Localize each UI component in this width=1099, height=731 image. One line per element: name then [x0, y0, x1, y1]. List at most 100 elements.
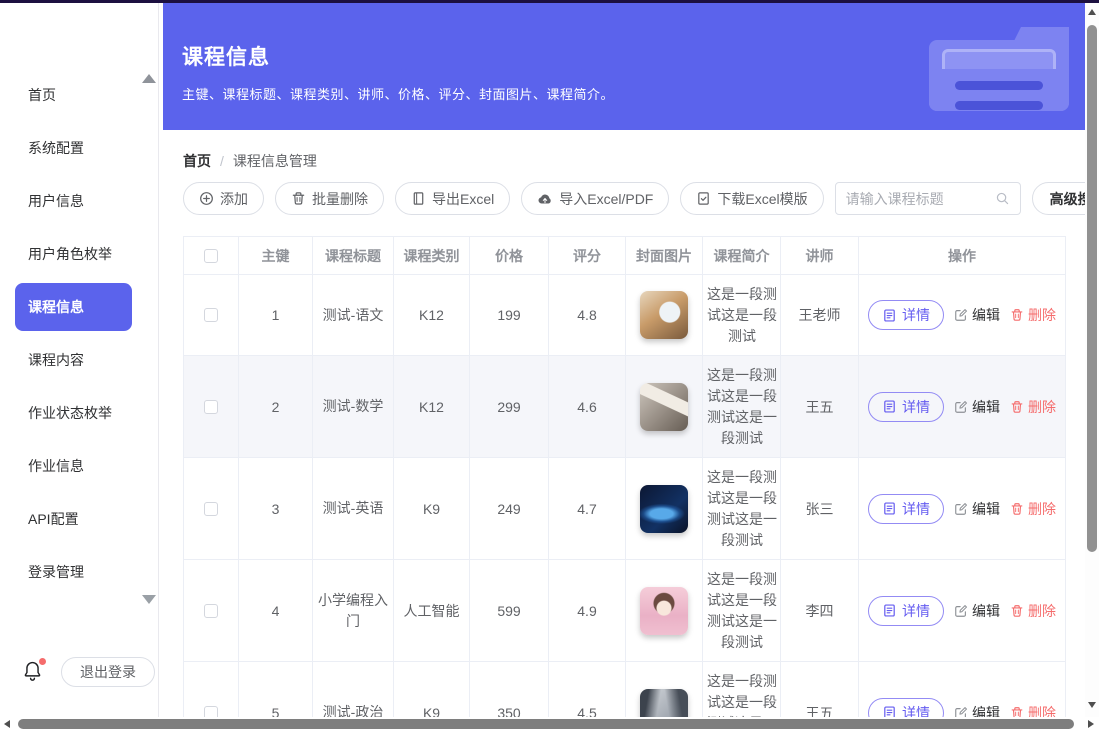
- cell-rating: 4.6: [549, 356, 626, 458]
- cell-cover: [626, 275, 703, 356]
- sidebar-item-label: 课程内容: [28, 350, 84, 370]
- logout-button[interactable]: 退出登录: [61, 657, 155, 687]
- sidebar-item-label: 系统配置: [28, 138, 84, 158]
- page-body: 首页 / 课程信息管理 添加 批量删除: [163, 151, 1085, 731]
- detail-button[interactable]: 详情: [868, 300, 944, 330]
- trash-icon: [1010, 400, 1024, 414]
- search-icon: [995, 191, 1010, 206]
- detail-button[interactable]: 详情: [868, 596, 944, 626]
- document-icon: [882, 501, 897, 516]
- menu-scroll-down-icon[interactable]: [142, 595, 156, 604]
- sidebar-item[interactable]: API配置: [15, 495, 132, 543]
- sidebar-item[interactable]: 用户信息: [15, 177, 132, 225]
- horizontal-scrollbar-thumb[interactable]: [18, 719, 1074, 729]
- vertical-scrollbar-thumb[interactable]: [1087, 25, 1097, 552]
- breadcrumb-separator: /: [220, 153, 224, 169]
- detail-button[interactable]: 详情: [868, 392, 944, 422]
- sidebar-item-label: 登录管理: [28, 562, 84, 582]
- cell-id: 1: [239, 275, 313, 356]
- table-row: 4 小学编程入门 人工智能 599 4.9 这是一段测试这是一段测试这是一段测试…: [184, 560, 1066, 662]
- sidebar-item[interactable]: 作业信息: [15, 442, 132, 490]
- detail-button[interactable]: 详情: [868, 494, 944, 524]
- notification-bell-icon[interactable]: [21, 659, 45, 685]
- delete-button[interactable]: 删除: [1010, 397, 1056, 417]
- cell-teacher: 张三: [781, 458, 859, 560]
- cell-price: 249: [470, 458, 549, 560]
- cell-category: K12: [394, 356, 470, 458]
- cell-category: 人工智能: [394, 560, 470, 662]
- app-window: 首页 系统配置 用户信息 用户角色枚举 课程信息 课程内容 作业状态枚举 作业信…: [0, 3, 1099, 731]
- sidebar-item[interactable]: 系统配置: [15, 124, 132, 172]
- edit-icon: [954, 308, 968, 322]
- delete-button[interactable]: 删除: [1010, 305, 1056, 325]
- sidebar-item-label: 作业状态枚举: [28, 403, 112, 423]
- delete-button[interactable]: 删除: [1010, 601, 1056, 621]
- breadcrumb-current: 课程信息管理: [233, 151, 317, 171]
- cell-intro: 这是一段测试这是一段测试这是一段测试: [703, 458, 781, 560]
- edit-icon: [954, 604, 968, 618]
- delete-button[interactable]: 删除: [1010, 499, 1056, 519]
- header-checkbox-cell: [184, 237, 239, 275]
- cell-rating: 4.7: [549, 458, 626, 560]
- sidebar-item[interactable]: 用户角色枚举: [15, 230, 132, 278]
- edit-button[interactable]: 编辑: [954, 499, 1000, 519]
- scrollbar-up-icon[interactable]: [1088, 9, 1096, 15]
- sidebar-item[interactable]: 课程内容: [15, 336, 132, 384]
- edit-button[interactable]: 编辑: [954, 305, 1000, 325]
- edit-button[interactable]: 编辑: [954, 601, 1000, 621]
- cover-image: [640, 383, 688, 431]
- row-checkbox[interactable]: [204, 400, 218, 414]
- column-header: 讲师: [781, 237, 859, 275]
- cell-intro: 这是一段测试这是一段测试这是一段测试: [703, 560, 781, 662]
- cell-id: 3: [239, 458, 313, 560]
- main-content: 课程信息 主键、课程标题、课程类别、讲师、价格、评分、封面图片、课程简介。 首页…: [163, 3, 1085, 731]
- sidebar-item[interactable]: 登录管理: [15, 548, 132, 596]
- horizontal-scrollbar[interactable]: [0, 717, 1085, 731]
- sidebar-item[interactable]: 课程信息: [15, 283, 132, 331]
- edit-button[interactable]: 编辑: [954, 397, 1000, 417]
- table-row: 3 测试-英语 K9 249 4.7 这是一段测试这是一段测试这是一段测试 张三…: [184, 458, 1066, 560]
- add-button[interactable]: 添加: [183, 182, 264, 215]
- cell-cover: [626, 356, 703, 458]
- search-input-wrapper: [835, 182, 1021, 215]
- edit-icon: [954, 400, 968, 414]
- row-checkbox[interactable]: [204, 308, 218, 322]
- sidebar-item[interactable]: 首页: [15, 71, 132, 119]
- notification-badge: [39, 658, 46, 665]
- row-checkbox[interactable]: [204, 604, 218, 618]
- column-header: 价格: [470, 237, 549, 275]
- table-header-row: 主键课程标题课程类别价格评分封面图片课程简介讲师操作: [184, 237, 1066, 275]
- trash-icon: [1010, 502, 1024, 516]
- cell-price: 599: [470, 560, 549, 662]
- vertical-scrollbar[interactable]: [1085, 3, 1099, 717]
- import-excel-button[interactable]: 导入Excel/PDF: [521, 182, 669, 215]
- table-row: 1 测试-语文 K12 199 4.8 这是一段测试这是一段测试 王老师 详情: [184, 275, 1066, 356]
- cell-title: 小学编程入门: [313, 560, 394, 662]
- cell-actions: 详情 编辑 删除: [859, 458, 1066, 560]
- sidebar-item[interactable]: 作业状态枚举: [15, 389, 132, 437]
- scrollbar-left-icon[interactable]: [4, 720, 10, 728]
- cloud-upload-icon: [537, 191, 553, 207]
- cell-intro: 这是一段测试这是一段测试: [703, 275, 781, 356]
- cell-cover: [626, 458, 703, 560]
- scrollbar-right-icon[interactable]: [1088, 720, 1094, 728]
- search-input[interactable]: [846, 191, 989, 207]
- trash-icon: [1010, 308, 1024, 322]
- cell-id: 4: [239, 560, 313, 662]
- scrollbar-down-icon[interactable]: [1088, 702, 1096, 708]
- download-template-button[interactable]: 下载Excel模版: [680, 182, 823, 215]
- cell-category: K12: [394, 275, 470, 356]
- cover-image: [640, 587, 688, 635]
- sidebar-item-label: 课程信息: [28, 297, 84, 317]
- breadcrumb-home-link[interactable]: 首页: [183, 151, 211, 171]
- cell-rating: 4.9: [549, 560, 626, 662]
- sidebar-item-label: 用户角色枚举: [28, 244, 112, 264]
- column-header: 封面图片: [626, 237, 703, 275]
- cell-category: K9: [394, 458, 470, 560]
- select-all-checkbox[interactable]: [204, 249, 218, 263]
- sidebar-item-label: API配置: [28, 509, 79, 529]
- export-excel-button[interactable]: 导出Excel: [395, 182, 510, 215]
- cell-id: 2: [239, 356, 313, 458]
- batch-delete-button[interactable]: 批量删除: [275, 182, 384, 215]
- row-checkbox[interactable]: [204, 502, 218, 516]
